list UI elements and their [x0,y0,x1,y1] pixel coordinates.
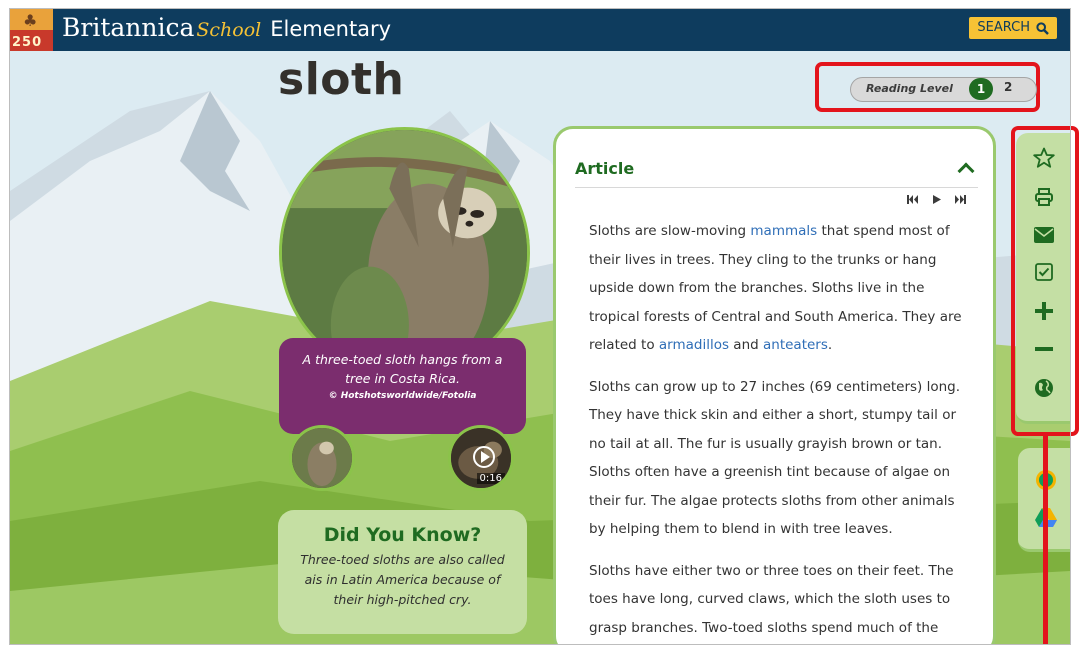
did-you-know-text: Three-toed sloths are also called ais in… [300,552,505,607]
page-title: sloth [278,54,405,105]
search-button[interactable]: SEARCH [969,17,1057,39]
article-panel: Article Sloths are slow-moving mammals t… [553,126,996,645]
caption-credit: © Hotshotsworldwide/Fotolia [328,391,477,401]
audio-controls [907,195,966,204]
chevron-up-icon[interactable] [957,162,975,180]
highlight-pointer-line [1043,436,1048,645]
play-audio-icon[interactable] [932,195,941,204]
top-header-bar: ♣ 250 Britannica School Elementary SEARCH [10,9,1070,51]
did-you-know-box: Did You Know? Three-toed sloths are also… [278,510,527,634]
photo-thumbnail[interactable] [289,425,355,491]
text-run: . [827,337,833,353]
logo-number: 250 [12,35,43,50]
caption-text: A three-toed sloth hangs from a tree in … [302,352,503,386]
did-you-know-title: Did You Know? [323,524,482,546]
britannica-school-page: ♣ 250 Britannica School Elementary SEARCH … [0,0,1079,645]
text-run: Sloths are slow-moving [589,223,751,239]
brand-name: Britannica [62,13,195,42]
search-icon [1036,21,1049,35]
reading-level-2-button[interactable]: 2 [1004,80,1012,94]
tools-highlight [1011,126,1079,436]
video-thumbnail[interactable]: 0:16 [448,425,514,491]
text-run: and [729,337,763,353]
brand-school: School [196,19,262,41]
search-label: SEARCH [977,20,1030,35]
brand-level: Elementary [270,17,392,41]
article-paragraph-3: Sloths have either two or three toes on … [589,562,954,636]
skip-forward-icon[interactable] [955,195,966,204]
tree-icon: ♣ [23,11,38,30]
brand-title[interactable]: Britannica School Elementary [62,12,391,46]
article-paragraph-1: Sloths are slow-moving mammals that spen… [589,217,964,360]
image-caption: A three-toed sloth hangs from a tree in … [279,338,526,434]
reading-level-1-button[interactable]: 1 [969,78,993,100]
link-armadillos[interactable]: armadillos [659,337,729,353]
skip-back-icon[interactable] [907,195,918,204]
text-run: that spend most of their lives in trees.… [589,223,962,353]
video-duration: 0:16 [476,473,505,484]
link-anteaters[interactable]: anteaters [763,337,828,353]
article-heading: Article [575,159,635,178]
britannica-250-logo[interactable]: ♣ 250 [10,9,53,51]
article-body: Sloths are slow-moving mammals that spen… [589,217,964,645]
thumbnail-image [292,428,352,488]
reading-level-label: Reading Level [866,82,953,95]
play-icon[interactable] [473,446,495,468]
article-divider [575,187,978,188]
link-mammals[interactable]: mammals [750,223,817,239]
article-paragraph-2: Sloths can grow up to 27 inches (69 cent… [589,378,961,538]
